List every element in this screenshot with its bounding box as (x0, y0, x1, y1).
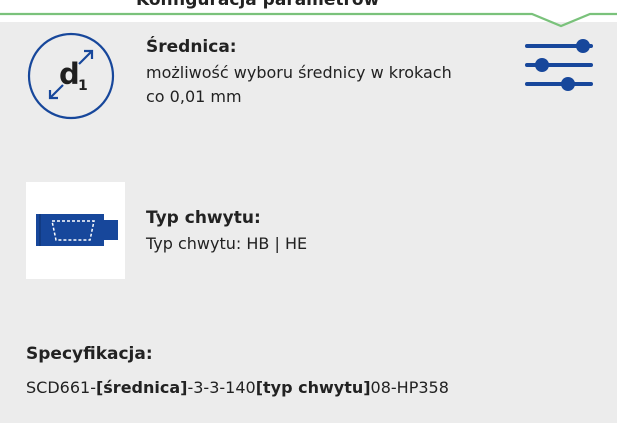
spec-code-prefix: SCD661- (26, 378, 96, 397)
spec-clamp-token: [typ chwytu] (255, 378, 371, 397)
diameter-circle-icon: d 1 (26, 31, 116, 121)
clamp-title: Typ chwytu: (146, 208, 261, 228)
sliders-icon[interactable] (524, 38, 594, 92)
spec-diameter-token: [średnica] (95, 378, 188, 397)
diameter-subscript-text: 1 (78, 78, 88, 94)
specification-section: Specyfikacja: SCD661-[średnica]-3-3-140[… (26, 340, 586, 400)
tool-holder-icon (26, 182, 125, 279)
clamp-description: Typ chwytu: HB | HE (146, 234, 308, 253)
diameter-feature: Średnica: możliwość wyboru średnicy w kr… (146, 33, 466, 109)
feature-panel: Konfiguracja parametrów d 1 Średnica: mo… (0, 0, 617, 423)
spec-code-middle: -3-3-140 (187, 378, 256, 397)
specification-title: Specyfikacja: (26, 344, 153, 364)
diameter-description: możliwość wyboru średnicy w krokach co 0… (146, 63, 452, 106)
clamp-feature: Typ chwytu: Typ chwytu: HB | HE (146, 204, 466, 256)
specification-code: SCD661-[średnica]-3-3-140[typ chwytu]08-… (26, 376, 586, 400)
diameter-title: Średnica: (146, 37, 237, 57)
spec-code-suffix: 08-HP358 (370, 378, 449, 397)
